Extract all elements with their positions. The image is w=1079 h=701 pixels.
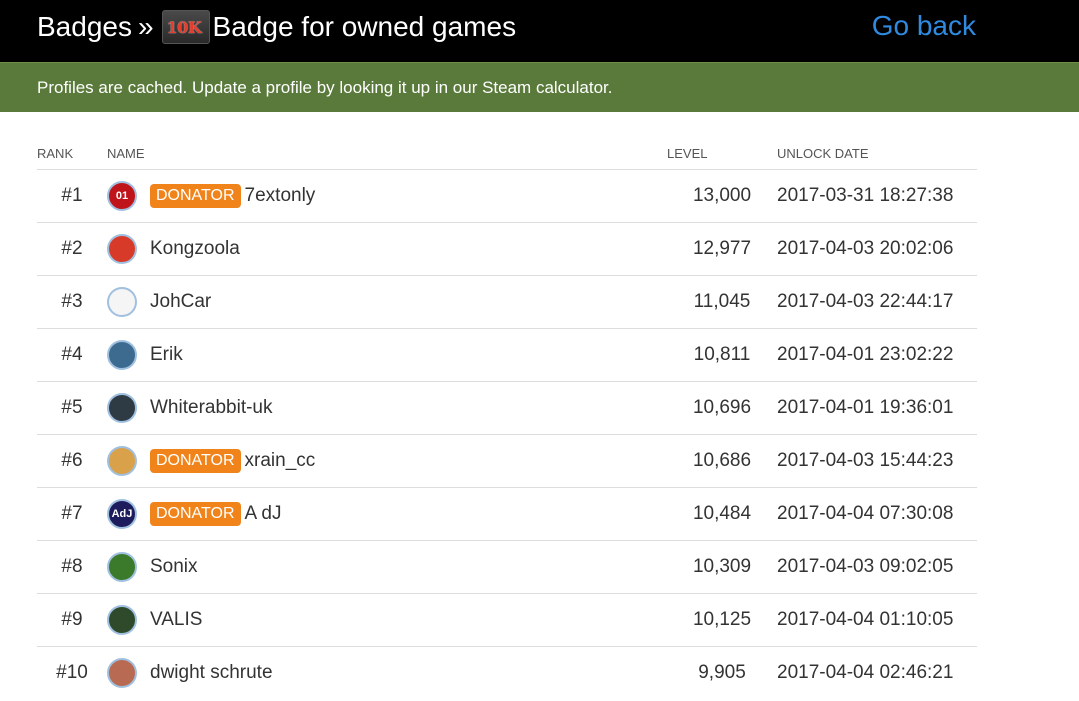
column-header-name: NAME	[107, 137, 667, 170]
name-cell: Erik	[107, 328, 667, 382]
column-header-level: LEVEL	[667, 137, 777, 170]
unlock-date-cell: 2017-04-03 22:44:17	[777, 275, 977, 329]
avatar[interactable]	[107, 340, 137, 370]
name-cell: AdJ DONATOR A dJ	[107, 487, 667, 541]
breadcrumb-badges-link[interactable]: Badges	[37, 11, 132, 43]
name-cell: DONATOR xrain_cc	[107, 434, 667, 488]
level-cell: 12,977	[667, 222, 777, 276]
level-cell: 10,125	[667, 593, 777, 647]
player-name-link[interactable]: 7extonly	[245, 185, 316, 207]
avatar[interactable]	[107, 446, 137, 476]
table-row[interactable]: #9 VALIS 10,125 2017-04-04 01:10:05	[37, 593, 977, 647]
player-name-link[interactable]: dwight schrute	[150, 662, 273, 684]
player-name-link[interactable]: xrain_cc	[245, 450, 316, 472]
avatar[interactable]	[107, 552, 137, 582]
rank-cell: #4	[37, 328, 107, 382]
rank-cell: #3	[37, 275, 107, 329]
unlock-date-cell: 2017-04-04 07:30:08	[777, 487, 977, 541]
level-cell: 11,045	[667, 275, 777, 329]
table-row[interactable]: #4 Erik 10,811 2017-04-01 23:02:22	[37, 328, 977, 382]
rank-cell: #8	[37, 540, 107, 594]
avatar[interactable]	[107, 605, 137, 635]
rank-cell: #5	[37, 381, 107, 435]
avatar[interactable]	[107, 658, 137, 688]
breadcrumb: Badges » 10K Badge for owned games	[37, 10, 516, 44]
avatar[interactable]: 01	[107, 181, 137, 211]
top-bar: Badges » 10K Badge for owned games Go ba…	[0, 0, 1079, 62]
badge-icon-text: 10K	[166, 18, 202, 37]
level-cell: 13,000	[667, 169, 777, 223]
table-row[interactable]: #1 01 DONATOR 7extonly 13,000 2017-03-31 18:2…	[37, 169, 977, 223]
level-cell: 9,905	[698, 662, 746, 683]
unlock-date-cell: 2017-04-04 02:46:21	[777, 662, 954, 683]
player-name-link[interactable]: Erik	[150, 344, 183, 366]
player-name-link[interactable]: A dJ	[245, 503, 282, 525]
table-row[interactable]: #8 Sonix 10,309 2017-04-03 09:02:05	[37, 540, 977, 594]
level-cell: 10,484	[667, 487, 777, 541]
rank-cell: #7	[37, 487, 107, 541]
column-header-unlock-date: UNLOCK DATE	[777, 137, 977, 170]
rank-cell: #2	[37, 222, 107, 276]
leaderboard-table: RANK NAME LEVEL UNLOCK DATE #1 01 DONATOR 7…	[37, 137, 977, 699]
rank-cell: #6	[37, 434, 107, 488]
column-header-rank: RANK	[37, 137, 107, 170]
breadcrumb-separator: »	[137, 11, 154, 42]
table-row[interactable]: #3 JohCar 11,045 2017-04-03 22:44:17	[37, 275, 977, 329]
table-row[interactable]: #7 AdJ DONATOR A dJ 10,484 2017-04-04 07:30:0…	[37, 487, 977, 541]
level-cell: 10,686	[667, 434, 777, 488]
badge-10k-icon: 10K	[161, 10, 210, 44]
table-row[interactable]: #2 Kongzoola 12,977 2017-04-03 20:02:06	[37, 222, 977, 276]
donator-badge: DONATOR	[150, 184, 241, 208]
name-cell: Sonix	[107, 540, 667, 594]
table-row[interactable]: #6 DONATOR xrain_cc 10,686 2017-04-03 15:44:…	[37, 434, 977, 488]
player-name-link[interactable]: Kongzoola	[150, 238, 240, 260]
avatar-text: 01	[115, 190, 129, 202]
player-name-link[interactable]: Sonix	[150, 556, 198, 578]
donator-badge: DONATOR	[150, 449, 241, 473]
rank-cell: #1	[37, 169, 107, 223]
table-row[interactable]: #5 Whiterabbit-uk 10,696 2017-04-01 19:36:0…	[37, 381, 977, 435]
table-row[interactable]: #10 dwight schrute 9,905 2017-04-04 02:46:2…	[37, 647, 977, 700]
cache-notice: Profiles are cached. Update a profile by…	[0, 62, 1079, 112]
name-cell: JohCar	[107, 275, 667, 329]
avatar[interactable]: AdJ	[107, 499, 137, 529]
player-name-link[interactable]: Whiterabbit-uk	[150, 397, 273, 419]
go-back-link[interactable]: Go back	[872, 10, 976, 42]
page-title: Badge for owned games	[212, 11, 517, 42]
rank-cell: #9	[37, 593, 107, 647]
level-cell: 10,811	[667, 328, 777, 382]
unlock-date-cell: 2017-04-03 20:02:06	[777, 222, 977, 276]
level-cell: 10,309	[667, 540, 777, 594]
rank-cell: #10	[56, 662, 88, 683]
unlock-date-cell: 2017-03-31 18:27:38	[777, 169, 977, 223]
unlock-date-cell: 2017-04-03 09:02:05	[777, 540, 977, 594]
donator-badge: DONATOR	[150, 502, 241, 526]
player-name-link[interactable]: JohCar	[150, 291, 211, 313]
table-header-row: RANK NAME LEVEL UNLOCK DATE	[37, 137, 977, 170]
avatar[interactable]	[107, 393, 137, 423]
name-cell: dwight schrute	[107, 647, 667, 700]
level-cell: 10,696	[667, 381, 777, 435]
avatar[interactable]	[107, 287, 137, 317]
unlock-date-cell: 2017-04-04 01:10:05	[777, 593, 977, 647]
name-cell: Whiterabbit-uk	[107, 381, 667, 435]
avatar-text: AdJ	[111, 508, 133, 520]
name-cell: 01 DONATOR 7extonly	[107, 169, 667, 223]
unlock-date-cell: 2017-04-01 23:02:22	[777, 328, 977, 382]
name-cell: VALIS	[107, 593, 667, 647]
avatar[interactable]	[107, 234, 137, 264]
player-name-link[interactable]: VALIS	[150, 609, 202, 631]
unlock-date-cell: 2017-04-01 19:36:01	[777, 381, 977, 435]
name-cell: Kongzoola	[107, 222, 667, 276]
unlock-date-cell: 2017-04-03 15:44:23	[777, 434, 977, 488]
